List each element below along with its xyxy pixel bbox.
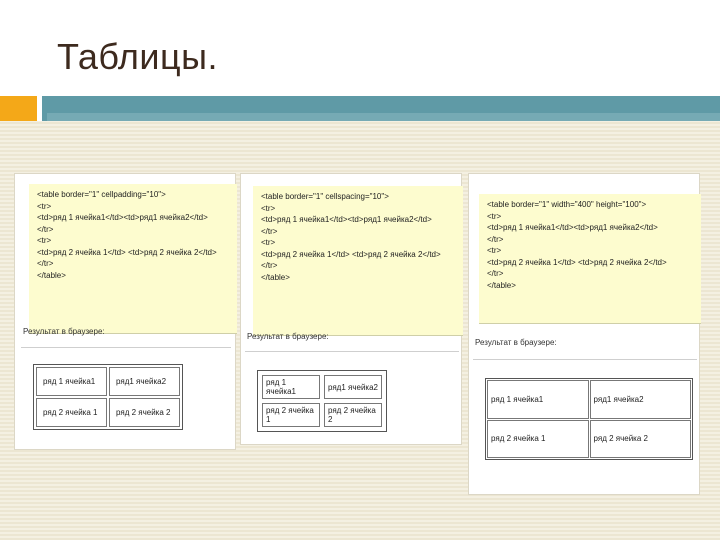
divider xyxy=(21,347,231,348)
result-table: ряд 1 ячейка1 ряд1 ячейка2 ряд 2 ячейка … xyxy=(485,378,693,460)
table-cell: ряд1 ячейка2 xyxy=(323,375,382,399)
result-label: Результат в браузере: xyxy=(23,327,105,336)
table-cell: ряд 2 ячейка 1 xyxy=(262,403,320,427)
table-cell: ряд 2 ячейка 1 xyxy=(487,419,589,458)
table-row: ряд 1 ячейка1 ряд1 ячейка2 xyxy=(36,367,180,396)
table-cell: ряд 1 ячейка1 xyxy=(487,380,589,419)
result-label: Результат в браузере: xyxy=(247,332,329,341)
accent-bar-teal xyxy=(37,96,720,121)
table-row: ряд 1 ячейка1 ряд1 ячейка2 xyxy=(487,380,691,419)
code-snippet: <table border="1" width="400" height="10… xyxy=(479,194,701,324)
table-cell: ряд 2 ячейка 2 xyxy=(589,419,691,458)
result-label: Результат в браузере: xyxy=(475,338,557,347)
slide-title: Таблицы. xyxy=(57,36,219,77)
table-cell: ряд 1 ячейка1 xyxy=(262,375,320,399)
example-panel-cellpadding: <table border="1" cellpadding="10"> <tr>… xyxy=(14,173,237,450)
table-row: ряд 1 ячейка1 ряд1 ячейка2 xyxy=(262,375,382,399)
example-panel-cellspacing: <table border="1" cellspacing="10"> <tr>… xyxy=(240,173,463,445)
table-cell: ряд 2 ячейка 2 xyxy=(323,403,382,427)
table-cell: ряд 1 ячейка1 xyxy=(36,367,107,396)
code-snippet: <table border="1" cellspacing="10"> <tr>… xyxy=(253,186,463,336)
code-snippet: <table border="1" cellpadding="10"> <tr>… xyxy=(29,184,237,334)
table-cell: ряд1 ячейка2 xyxy=(589,380,691,419)
table-row: ряд 2 ячейка 1 ряд 2 ячейка 2 xyxy=(262,403,382,427)
table-cell: ряд 2 ячейка 1 xyxy=(36,398,107,427)
accent-bar-orange xyxy=(0,96,37,121)
table-row: ряд 2 ячейка 1 ряд 2 ячейка 2 xyxy=(36,398,180,427)
result-table: ряд 1 ячейка1 ряд1 ячейка2 ряд 2 ячейка … xyxy=(33,364,183,430)
divider xyxy=(473,359,697,360)
table-cell: ряд 2 ячейка 2 xyxy=(109,398,180,427)
table-row: ряд 2 ячейка 1 ряд 2 ячейка 2 xyxy=(487,419,691,458)
result-table: ряд 1 ячейка1 ряд1 ячейка2 ряд 2 ячейка … xyxy=(257,370,387,432)
table-cell: ряд1 ячейка2 xyxy=(109,367,180,396)
divider xyxy=(245,351,459,352)
example-panel-width-height: <table border="1" width="400" height="10… xyxy=(468,173,701,495)
